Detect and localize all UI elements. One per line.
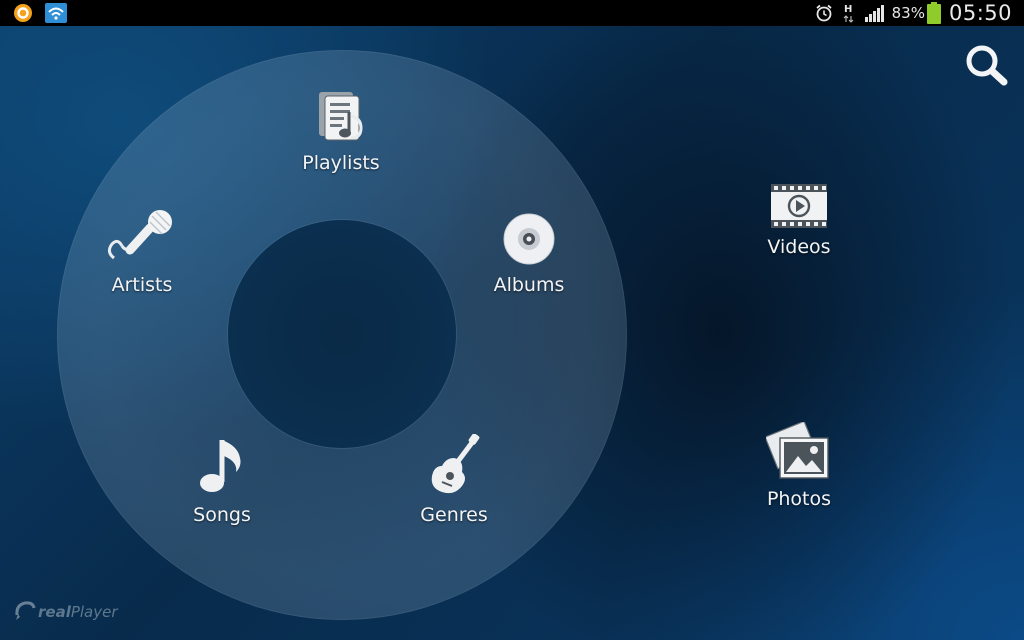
ring-center <box>228 220 456 448</box>
battery-icon <box>926 2 941 24</box>
playlists-icon <box>313 88 369 148</box>
network-type-icon: H <box>842 2 856 24</box>
albums-button[interactable]: Albums <box>459 212 599 296</box>
photos-icon <box>764 420 832 484</box>
genres-label: Genres <box>420 504 488 526</box>
search-icon <box>964 45 1010 90</box>
songs-label: Songs <box>193 504 251 526</box>
videos-label: Videos <box>767 236 831 258</box>
albums-label: Albums <box>493 274 565 296</box>
realplayer-logo: realPlayer <box>14 600 118 624</box>
realplayer-notification-icon[interactable] <box>13 3 33 23</box>
music-note-icon <box>194 436 250 500</box>
wifi-notification-icon[interactable] <box>45 3 67 23</box>
genres-button[interactable]: Genres <box>384 433 524 526</box>
disc-icon <box>502 212 556 270</box>
guitar-icon <box>424 433 484 500</box>
status-bar: H 83% 05:50 <box>0 0 1024 26</box>
clock: 05:50 <box>948 1 1012 25</box>
status-indicators: H 83% 05:50 <box>806 0 1012 26</box>
realplayer-logo-icon <box>14 599 36 625</box>
playlists-label: Playlists <box>302 152 380 174</box>
battery-percentage: 83% <box>891 4 925 22</box>
video-film-icon <box>770 180 828 232</box>
playlists-button[interactable]: Playlists <box>271 92 411 174</box>
videos-button[interactable]: Videos <box>729 176 869 258</box>
photos-button[interactable]: Photos <box>729 420 869 510</box>
songs-button[interactable]: Songs <box>152 440 292 526</box>
photos-label: Photos <box>766 488 832 510</box>
signal-strength-icon <box>864 4 884 22</box>
microphone-icon <box>104 208 180 270</box>
alarm-icon <box>814 3 834 23</box>
realplayer-logo-text: realPlayer <box>38 603 118 621</box>
search-button[interactable] <box>964 44 1010 86</box>
svg-text:H: H <box>844 4 852 15</box>
artists-button[interactable]: Artists <box>72 210 212 296</box>
artists-label: Artists <box>111 274 173 296</box>
